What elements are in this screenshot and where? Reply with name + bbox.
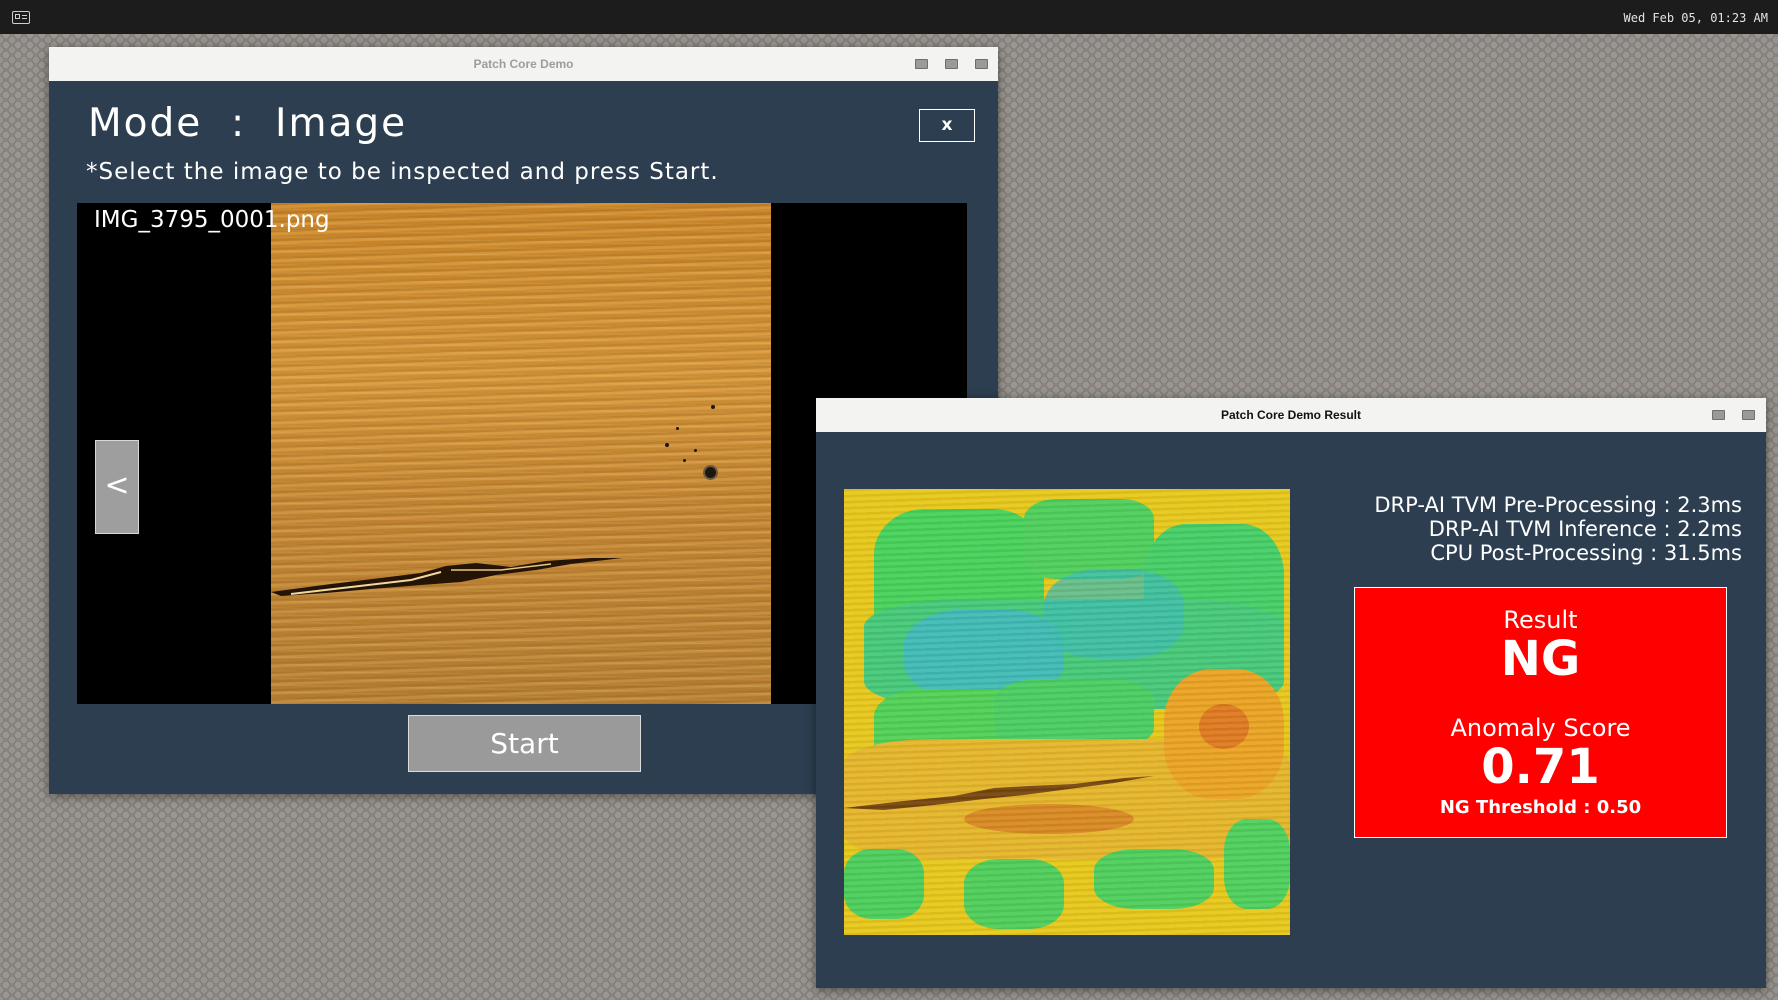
dark-spot xyxy=(703,465,718,480)
window-titlebar[interactable]: Patch Core Demo Result xyxy=(816,398,1766,433)
start-button[interactable]: Start xyxy=(408,715,641,772)
image-filename: IMG_3795_0001.png xyxy=(94,207,330,233)
close-button[interactable]: x xyxy=(919,109,975,142)
result-content: DRP-AI TVM Pre-Processing : 2.3ms DRP-AI… xyxy=(816,432,1766,988)
ng-threshold: NG Threshold : 0.50 xyxy=(1439,797,1642,818)
post-processing-time: CPU Post-Processing : 31.5ms xyxy=(1430,541,1742,565)
minimize-icon[interactable] xyxy=(1712,410,1725,420)
dark-spot xyxy=(676,427,679,430)
anomaly-score-label: Anomaly Score xyxy=(1450,714,1631,742)
anomaly-score-value: 0.71 xyxy=(1481,739,1600,795)
dark-spot xyxy=(665,443,669,447)
result-label: Result xyxy=(1503,606,1578,634)
mode-title: Mode : Image xyxy=(88,101,408,146)
dark-spot xyxy=(694,449,697,452)
heatmap-texture xyxy=(844,489,1290,935)
top-panel: Wed Feb 05, 01:23 AM xyxy=(0,0,1778,34)
dark-spot xyxy=(711,405,715,409)
timing-panel: DRP-AI TVM Pre-Processing : 2.3ms DRP-AI… xyxy=(1374,493,1742,565)
close-window-icon[interactable] xyxy=(1742,410,1755,420)
maximize-icon[interactable] xyxy=(945,59,958,69)
inspected-image xyxy=(271,203,771,704)
pre-processing-time: DRP-AI TVM Pre-Processing : 2.3ms xyxy=(1374,493,1742,517)
previous-image-button[interactable]: < xyxy=(95,440,139,534)
anomaly-heatmap xyxy=(844,489,1290,935)
minimize-icon[interactable] xyxy=(915,59,928,69)
instruction-text: *Select the image to be inspected and pr… xyxy=(86,159,719,185)
dark-spot xyxy=(683,459,686,462)
window-title: Patch Core Demo Result xyxy=(1220,408,1362,422)
result-panel: Result NG Anomaly Score 0.71 NG Threshol… xyxy=(1354,587,1727,838)
result-value: NG xyxy=(1500,631,1581,687)
close-window-icon[interactable] xyxy=(975,59,988,69)
window-titlebar[interactable]: Patch Core Demo xyxy=(49,47,998,82)
clock: Wed Feb 05, 01:23 AM xyxy=(1623,11,1769,25)
patch-core-demo-result-window: Patch Core Demo Result DRP-AI TVM Pre-Pr… xyxy=(816,398,1766,988)
window-switcher-icon[interactable] xyxy=(12,11,30,24)
window-title: Patch Core Demo xyxy=(473,57,574,71)
crack-defect xyxy=(271,558,623,596)
inference-time: DRP-AI TVM Inference : 2.2ms xyxy=(1428,517,1742,541)
